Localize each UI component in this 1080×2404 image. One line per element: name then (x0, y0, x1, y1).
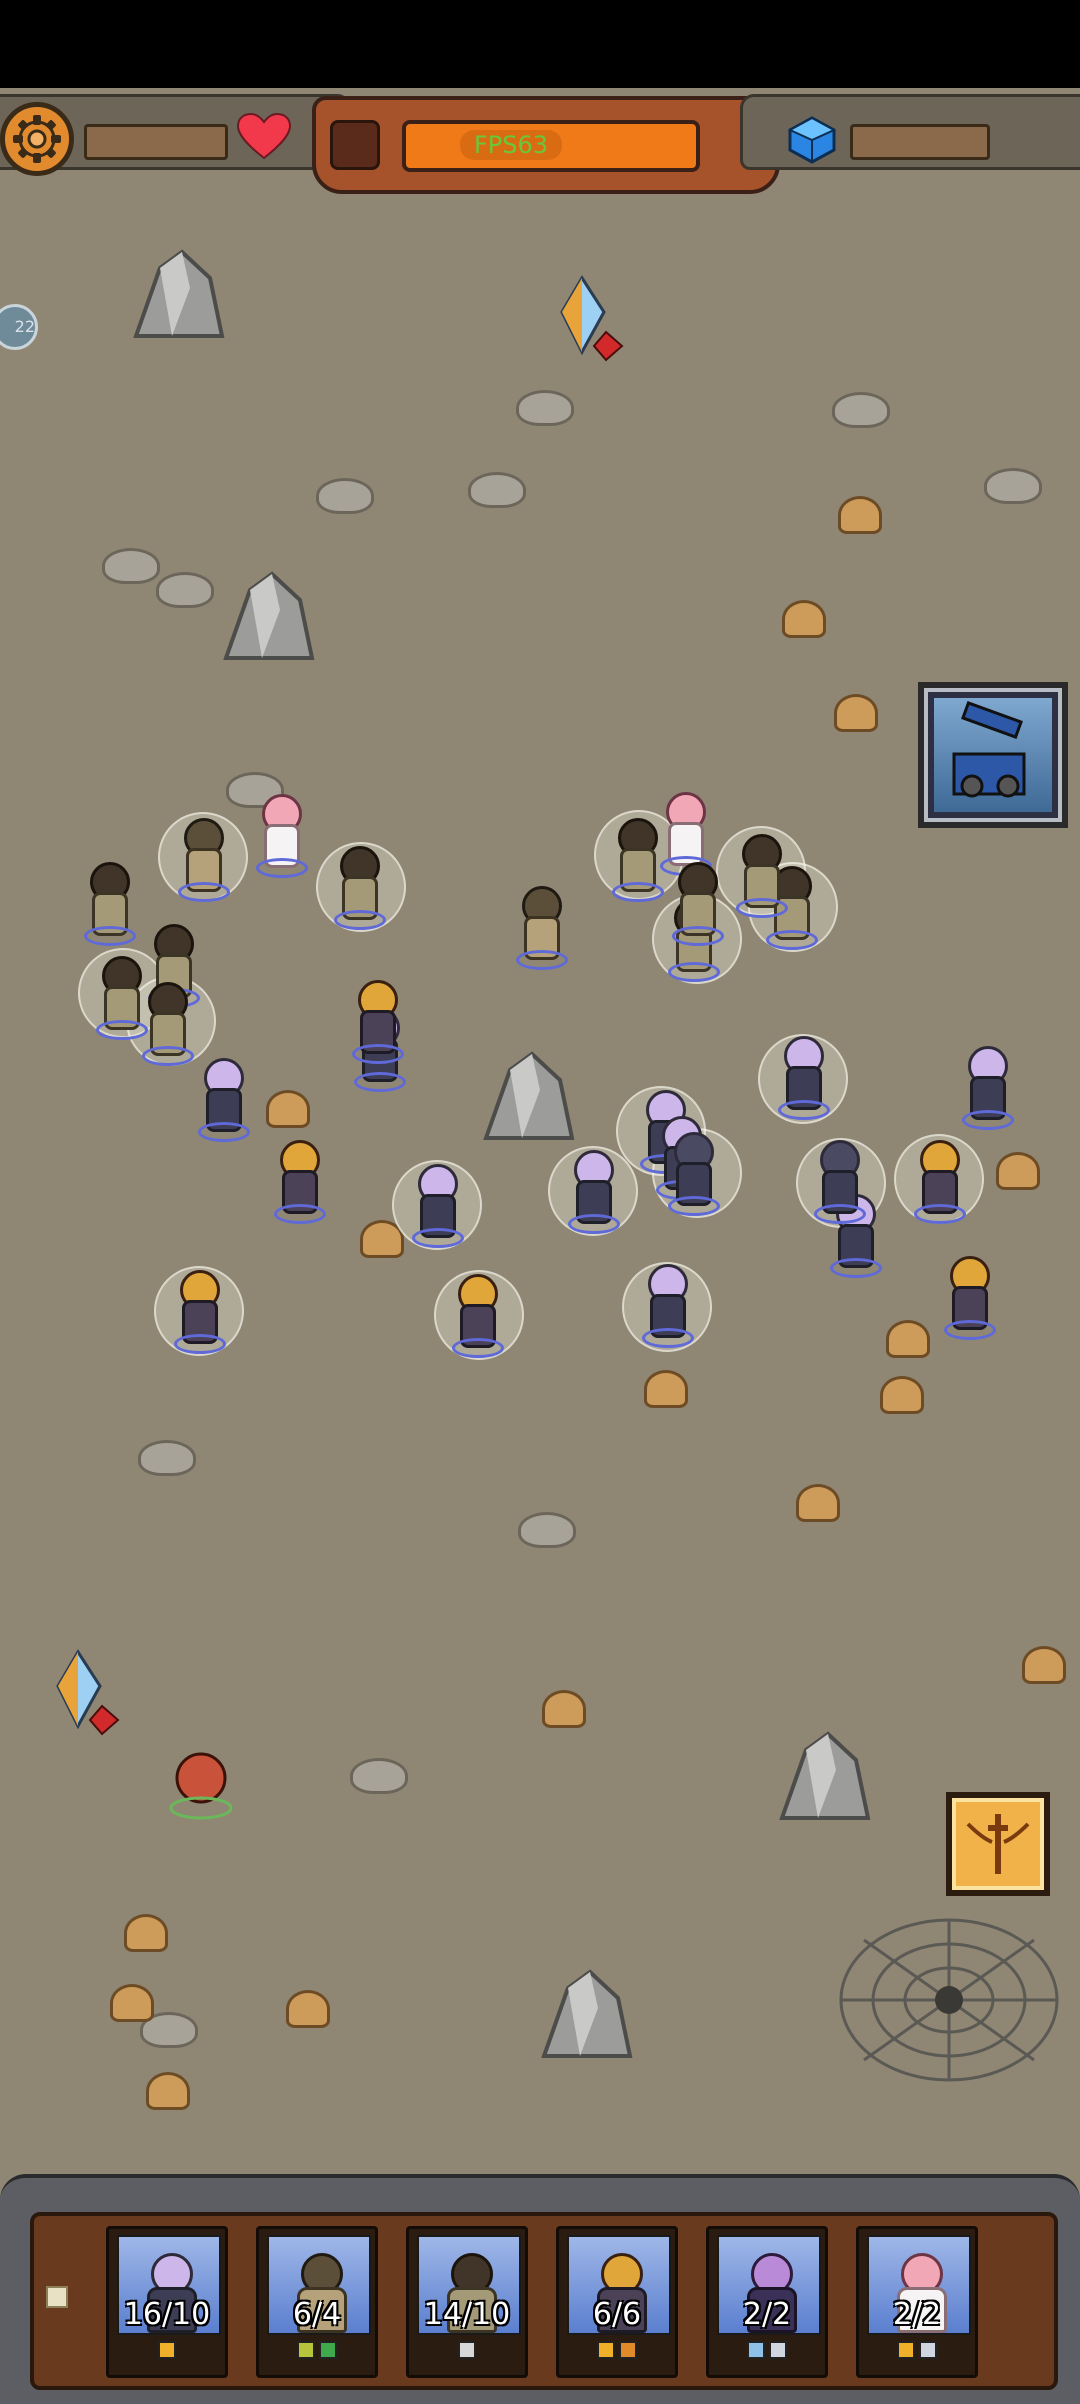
trapped-monster (169, 1752, 233, 1820)
slot-count: 2/2 (892, 2297, 942, 2332)
slot-count: 2/2 (742, 2297, 792, 2332)
unit-archer[interactable] (664, 862, 726, 946)
pebble (156, 572, 214, 608)
dirt-mound (838, 496, 882, 534)
dirt-mound (796, 1484, 840, 1522)
large-rock (541, 1969, 633, 2058)
dirt-mound (834, 694, 878, 732)
slot-nurse[interactable]: 2/2 (856, 2226, 978, 2378)
gear-icon (13, 115, 61, 163)
dirt-mound (286, 1990, 330, 2028)
unit-spartan[interactable] (906, 1140, 968, 1224)
info-icon[interactable] (46, 2286, 68, 2308)
unit-archer[interactable] (326, 846, 388, 930)
unit-archer[interactable] (134, 982, 196, 1066)
unit-ninja[interactable] (404, 1164, 466, 1248)
unit-monk[interactable] (508, 886, 570, 970)
dirt-mound (266, 1090, 310, 1128)
pebble (516, 390, 574, 426)
pebble (832, 392, 890, 428)
unit-ninja[interactable] (634, 1264, 696, 1348)
enemy-portal-crystal (560, 275, 624, 362)
spider-web (839, 1918, 1059, 2082)
dirt-mound (644, 1370, 688, 1408)
unit-spartan[interactable] (266, 1140, 328, 1224)
unit-spartan[interactable] (936, 1256, 998, 1340)
pebble (102, 548, 160, 584)
dirt-mound (1022, 1646, 1066, 1684)
status-bar (0, 0, 1080, 88)
dirt-mound (996, 1152, 1040, 1190)
unit-spartan[interactable] (344, 980, 406, 1064)
pebble (350, 1758, 408, 1794)
fps-counter: FPS63 (460, 130, 563, 160)
pebble (316, 478, 374, 514)
pebble (518, 1512, 576, 1548)
dirt-mound (542, 1690, 586, 1728)
health-bar (84, 124, 228, 160)
pebble (984, 468, 1042, 504)
unit-ninja[interactable] (770, 1036, 832, 1120)
unit-ninja[interactable] (954, 1046, 1016, 1130)
slot-count: 14/10 (423, 2297, 511, 2332)
top-hud: FPS63 (0, 88, 1080, 194)
slot-sorcerer[interactable]: 2/2 (706, 2226, 828, 2378)
large-rock (779, 1731, 871, 1820)
unit-archer[interactable] (728, 834, 790, 918)
unit-spartan[interactable] (166, 1270, 228, 1354)
unit-archer[interactable] (604, 818, 666, 902)
slot-archer[interactable]: 14/10 (406, 2226, 528, 2378)
unit-sorcerer[interactable] (806, 1140, 868, 1224)
slot-count: 16/10 (123, 2297, 211, 2332)
winged-sword-icon (966, 1814, 1030, 1874)
pebble (138, 1440, 196, 1476)
large-rock (223, 571, 315, 660)
unit-sorcerer[interactable] (660, 1132, 722, 1216)
pebble (468, 472, 526, 508)
side-counter[interactable]: 22 (0, 304, 38, 350)
slot-count: 6/6 (592, 2297, 642, 2332)
unit-monk[interactable] (170, 818, 232, 902)
mech-card-icon (952, 700, 1026, 798)
dirt-mound (146, 2072, 190, 2110)
hero-mech-card[interactable] (918, 682, 1068, 828)
dirt-mound (124, 1914, 168, 1952)
dirt-mound (880, 1376, 924, 1414)
slot-spartan[interactable]: 6/6 (556, 2226, 678, 2378)
army-bar-frame: 16/10 6/4 14/10 6/6 2/2 2/2 (30, 2212, 1058, 2390)
dirt-mound (782, 600, 826, 638)
hud-slot (330, 120, 380, 170)
enemy-portal-crystal (56, 1649, 120, 1736)
heart-icon (236, 112, 292, 160)
skill-card[interactable] (946, 1792, 1050, 1896)
unit-spartan[interactable] (444, 1274, 506, 1358)
hud-center-panel: FPS63 (312, 96, 780, 194)
slot-ninja[interactable]: 16/10 (106, 2226, 228, 2378)
slot-monk[interactable]: 6/4 (256, 2226, 378, 2378)
slot-count: 6/4 (292, 2297, 342, 2332)
settings-button[interactable] (0, 102, 74, 176)
dirt-mound (110, 1984, 154, 2022)
unit-archer[interactable] (76, 862, 138, 946)
dirt-mound (886, 1320, 930, 1358)
large-rock (483, 1051, 575, 1140)
unit-ninja[interactable] (560, 1150, 622, 1234)
currency-bar (850, 124, 990, 160)
army-bar: 16/10 6/4 14/10 6/6 2/2 2/2 (0, 2174, 1080, 2404)
large-rock (133, 249, 225, 338)
unit-ninja[interactable] (190, 1058, 252, 1142)
fps-bar: FPS63 (402, 120, 700, 172)
unit-nurse[interactable] (248, 794, 310, 878)
blue-crystal-icon (787, 116, 837, 164)
